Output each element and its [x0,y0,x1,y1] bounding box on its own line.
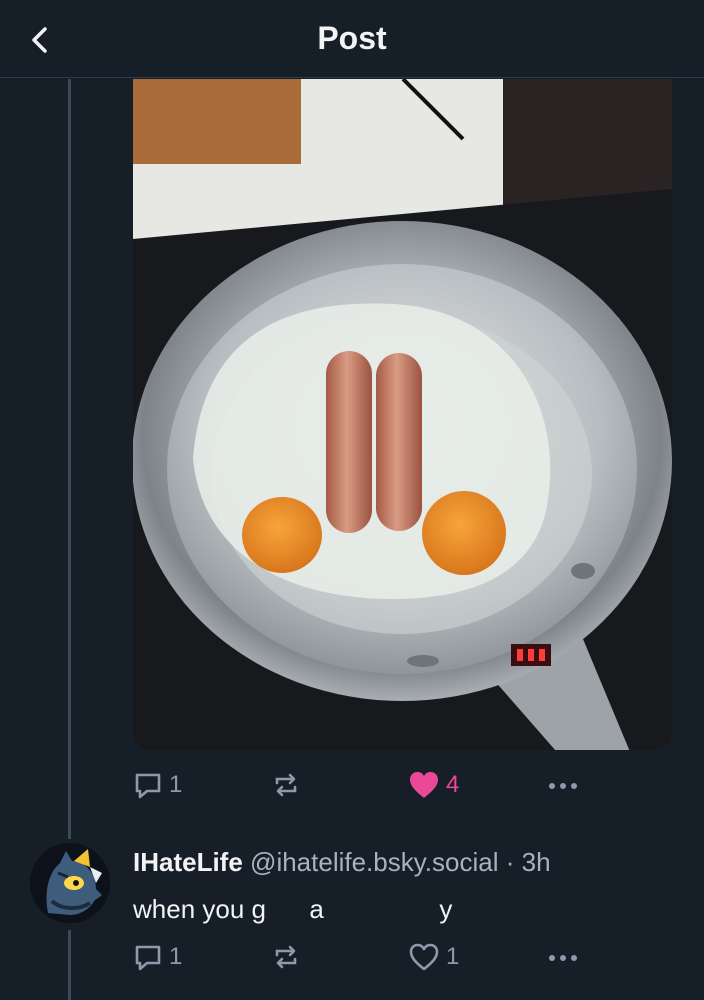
more-icon [549,783,577,789]
user-handle[interactable]: @ihatelife.bsky.social [250,847,498,877]
reply-header: IHateLife @ihatelife.bsky.social · 3h [133,847,551,878]
avatar[interactable] [30,843,110,923]
repost-button[interactable] [271,770,301,800]
separator-dot: · [505,847,515,877]
top-bar: Post [0,0,704,78]
post-action-row: 1 4 [133,770,593,810]
reply-reply-button[interactable]: 1 [133,942,182,972]
reply-repost-button[interactable] [271,942,301,972]
thread-line-bottom [68,930,71,1000]
avatar-image [30,843,110,923]
repost-icon [275,945,297,969]
heart-icon [410,772,438,798]
reply-icon [135,773,161,799]
reply-action-row: 1 1 [133,942,593,982]
thread-line-top [68,79,71,839]
display-name[interactable]: IHateLife [133,847,243,877]
reply-reply-count: 1 [169,943,183,970]
reply-button[interactable]: 1 [133,770,182,800]
more-icon [549,955,577,961]
reply-like-button[interactable]: 1 [408,942,459,972]
like-count: 4 [446,771,460,798]
reply-text: when you g a y [133,894,453,924]
reply-count: 1 [169,771,183,798]
like-button[interactable]: 4 [408,770,459,800]
reply-icon [135,945,161,971]
post-time: 3h [521,847,551,877]
frying-pan-photo [133,79,672,750]
post-image[interactable] [133,79,672,750]
heart-outline-icon [409,943,439,971]
page-title: Post [317,20,387,56]
reply-more-button[interactable] [546,942,580,972]
repost-icon [275,773,297,797]
more-button[interactable] [546,770,580,800]
reply-like-count: 1 [446,943,460,970]
